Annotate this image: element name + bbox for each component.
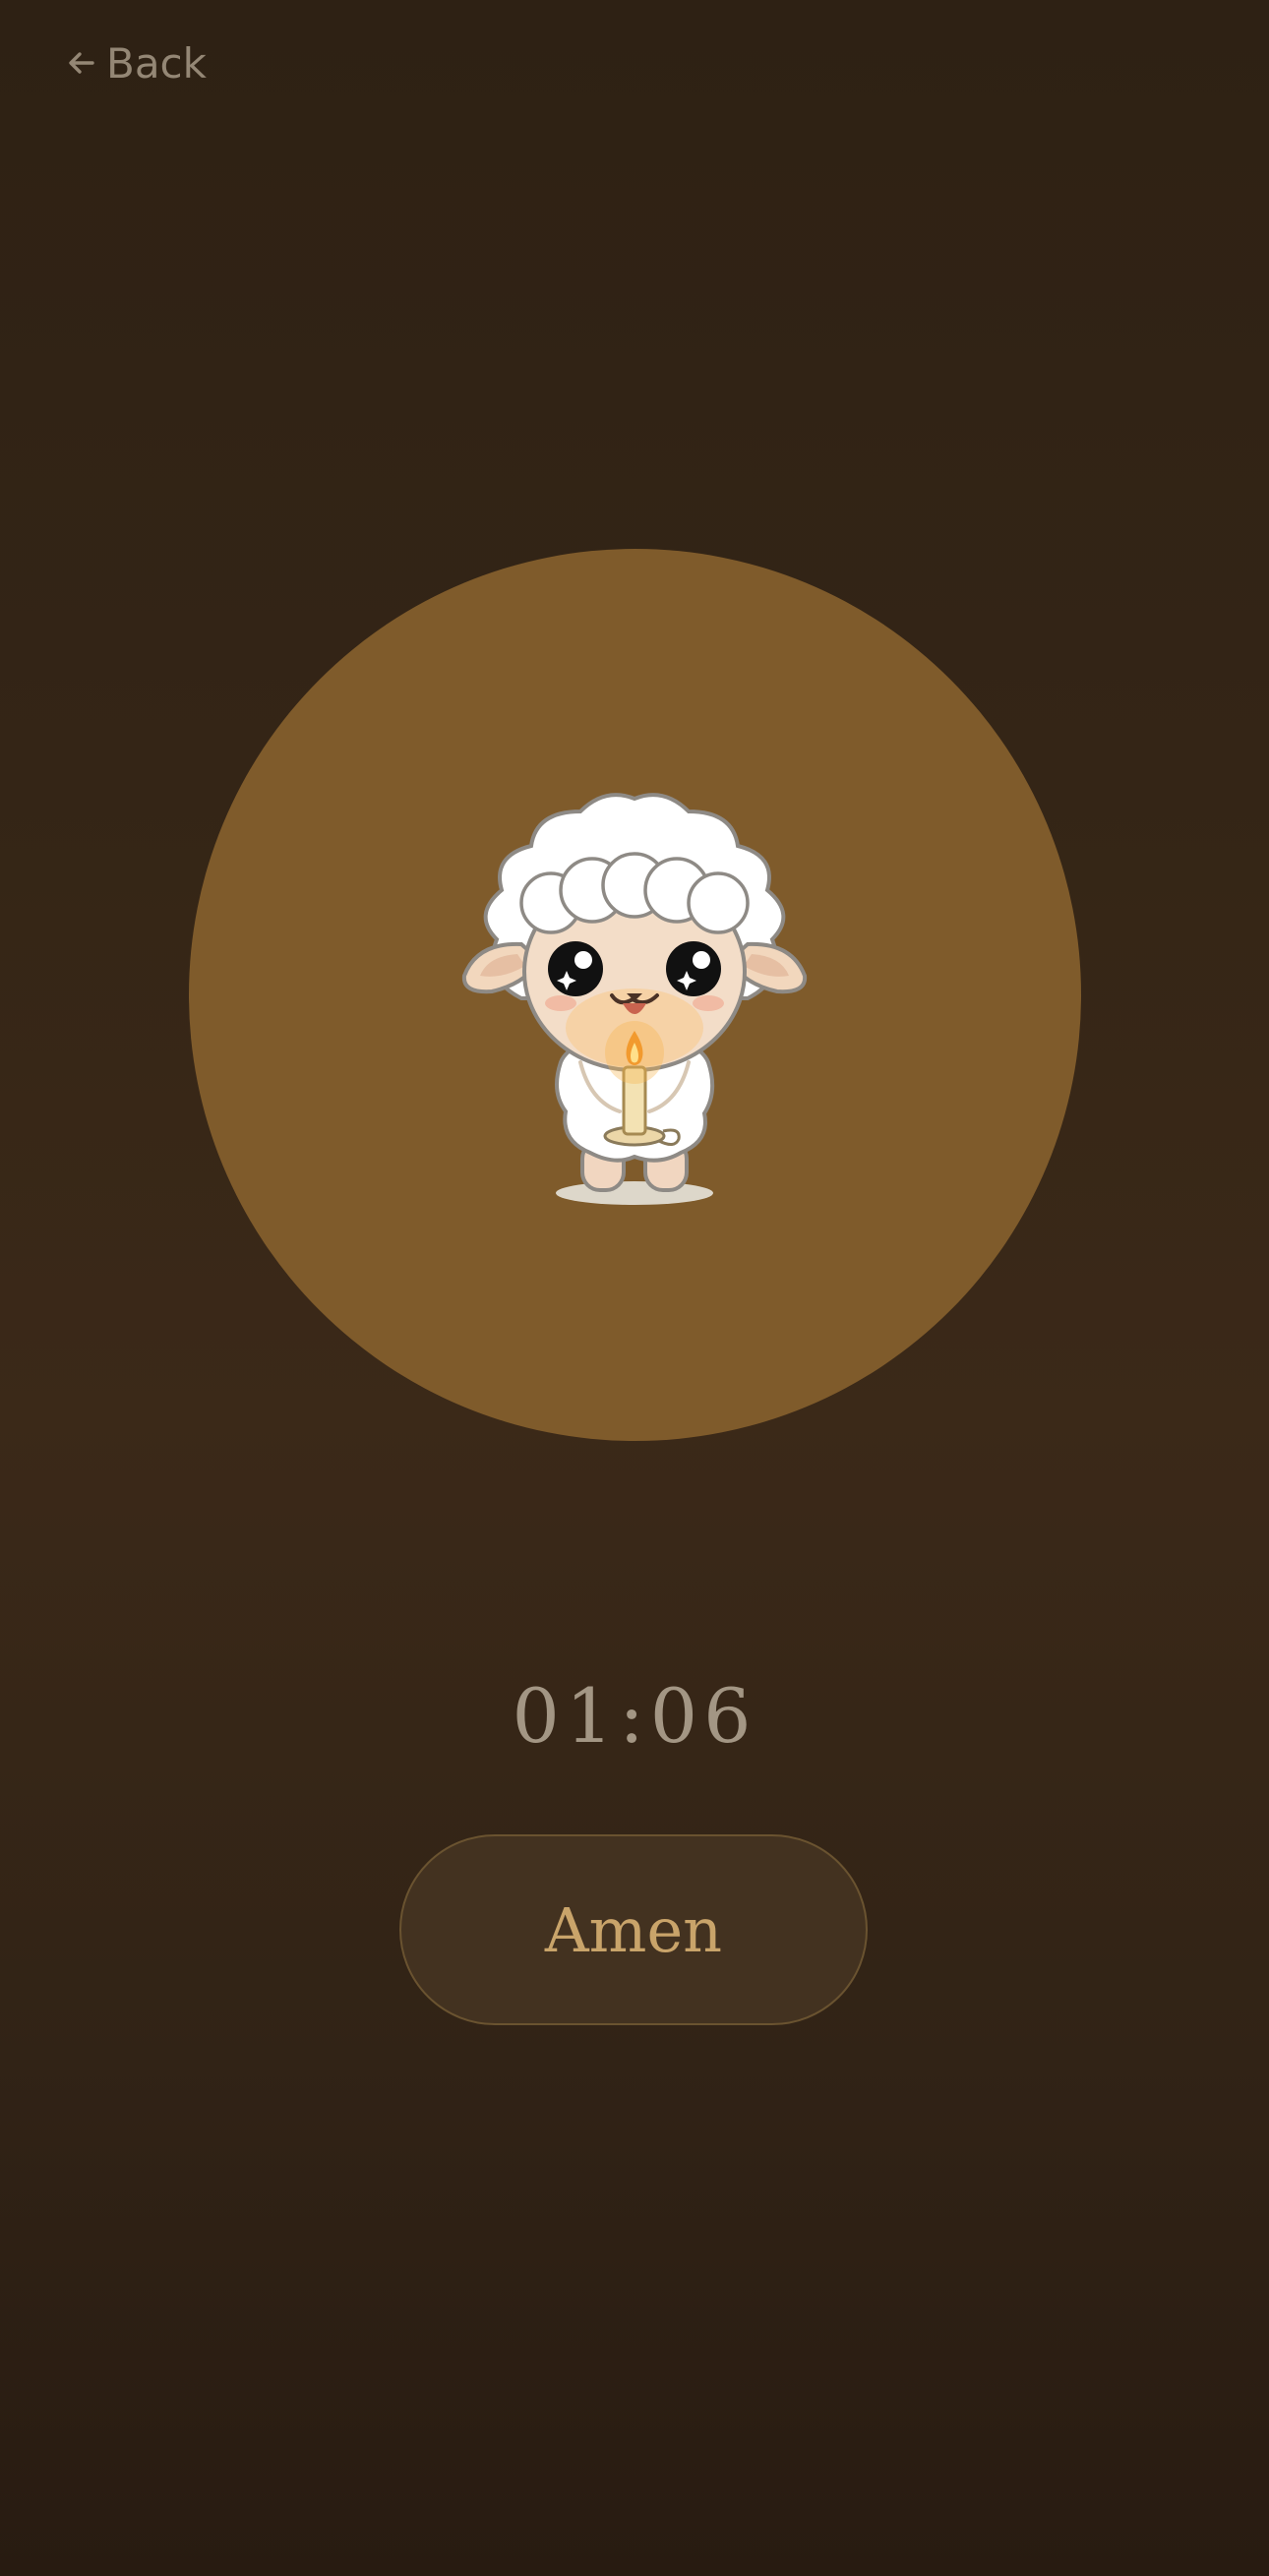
back-button[interactable]: Back — [67, 33, 207, 92]
back-label: Back — [106, 38, 207, 88]
sheep-candle-illustration — [461, 793, 808, 1205]
amen-label: Amen — [544, 1893, 723, 1966]
prayer-screen: Back 01:06 Amen — [0, 0, 1269, 2576]
prayer-timer: 01:06 — [512, 1672, 757, 1760]
amen-button[interactable]: Amen — [399, 1834, 868, 2025]
arrow-left-icon — [69, 52, 94, 74]
